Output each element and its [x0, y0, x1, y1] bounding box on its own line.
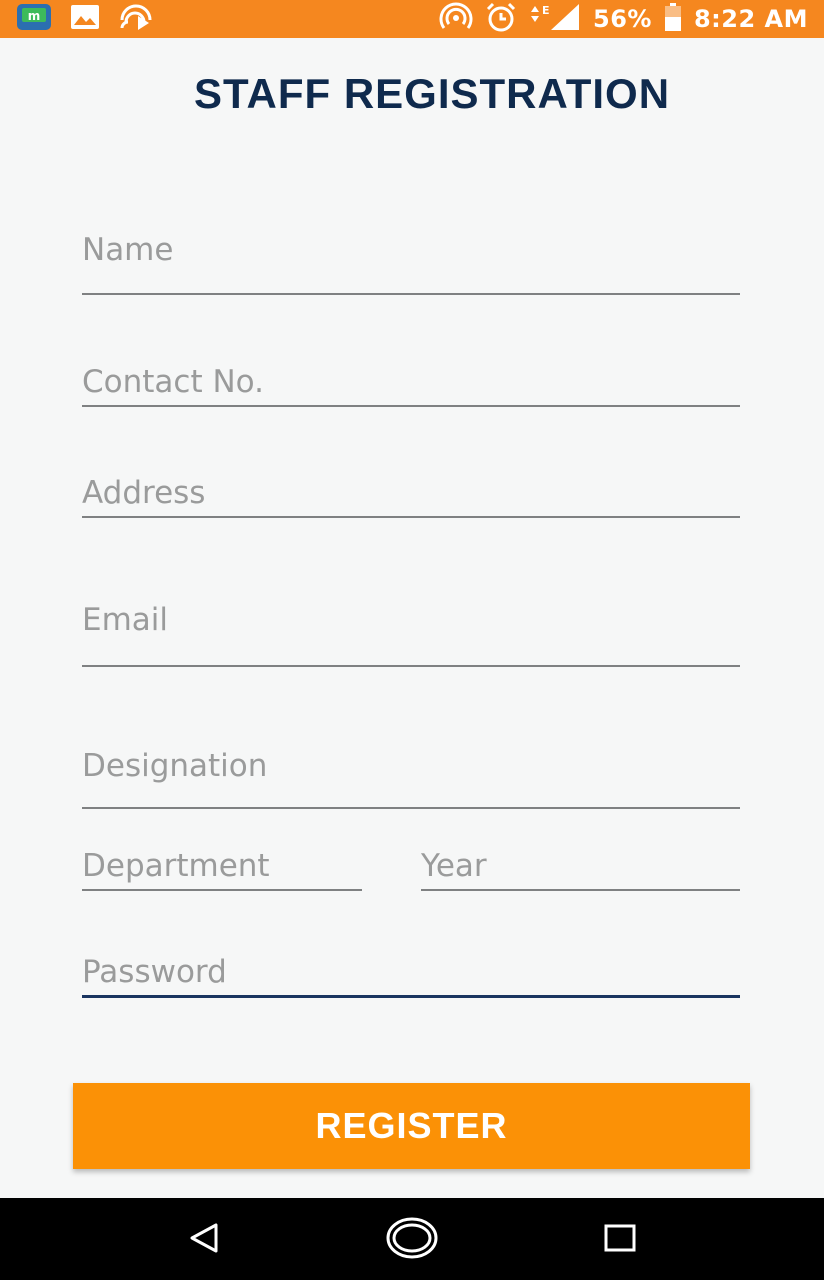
app-m-icon: m	[16, 3, 52, 36]
department-field	[82, 846, 362, 892]
back-icon	[186, 1220, 222, 1261]
network-type: E	[542, 4, 550, 17]
hotspot-icon	[439, 2, 473, 37]
designation-field	[82, 746, 740, 810]
page-title: STAFF REGISTRATION	[193, 70, 671, 117]
home-button[interactable]	[386, 1216, 438, 1265]
navigation-bar	[0, 1198, 824, 1280]
department-input[interactable]	[82, 846, 362, 886]
year-underline	[421, 889, 740, 891]
recents-button[interactable]	[598, 1218, 642, 1262]
back-button[interactable]	[182, 1218, 226, 1262]
password-underline	[82, 995, 740, 998]
alarm-icon	[485, 2, 517, 37]
address-underline	[82, 516, 740, 518]
gallery-icon	[70, 4, 100, 35]
register-button[interactable]: REGISTER	[73, 1083, 750, 1169]
password-input[interactable]	[82, 952, 740, 992]
password-field	[82, 952, 740, 1000]
battery-percent: 56%	[593, 5, 652, 33]
department-underline	[82, 889, 362, 891]
email-input[interactable]	[82, 600, 740, 640]
contact-field	[82, 362, 740, 408]
svg-text:m: m	[28, 9, 41, 23]
address-field	[82, 473, 740, 519]
email-underline	[82, 665, 740, 667]
signal-icon: E	[529, 2, 581, 37]
recents-icon	[603, 1223, 637, 1258]
status-bar: m E 56% 8:22 AM	[0, 0, 824, 38]
name-underline	[82, 293, 740, 295]
contact-input[interactable]	[82, 362, 740, 402]
designation-underline	[82, 807, 740, 809]
designation-input[interactable]	[82, 746, 740, 786]
address-input[interactable]	[82, 473, 740, 513]
battery-icon	[664, 2, 682, 37]
home-icon	[386, 1216, 438, 1265]
cast-icon	[118, 2, 156, 37]
email-field	[82, 600, 740, 668]
name-field	[82, 230, 740, 296]
contact-underline	[82, 405, 740, 407]
year-input[interactable]	[421, 846, 740, 886]
year-field	[421, 846, 740, 892]
name-input[interactable]	[82, 230, 740, 270]
clock: 8:22 AM	[693, 5, 808, 33]
